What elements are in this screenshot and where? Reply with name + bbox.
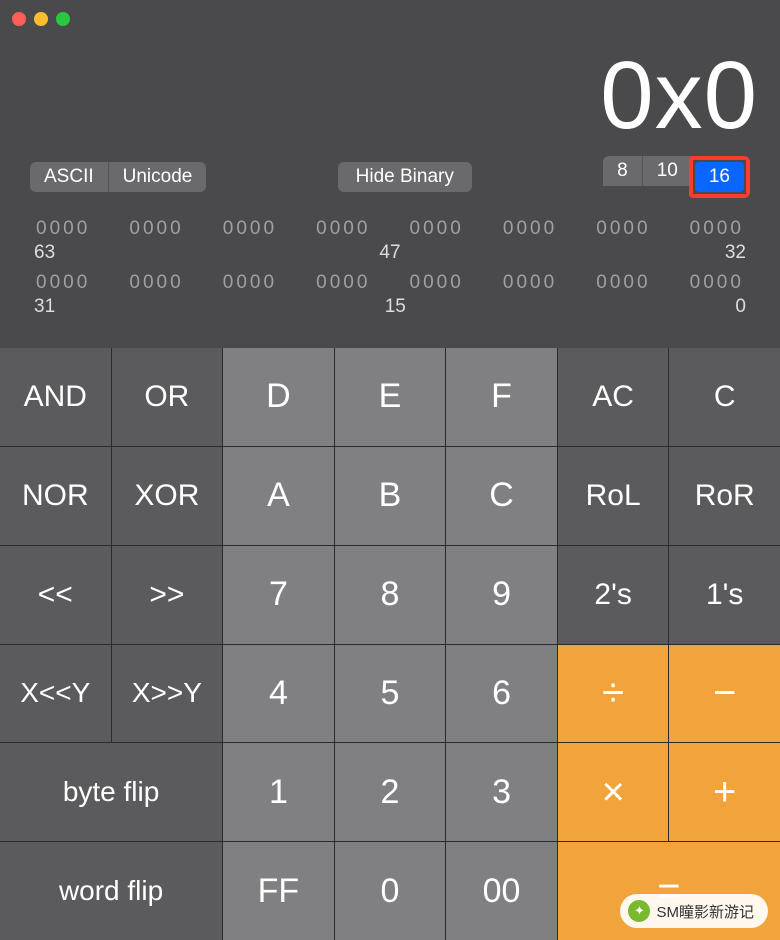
- bit-group[interactable]: 0000: [596, 272, 650, 294]
- digit-7-button[interactable]: 7: [223, 546, 334, 644]
- controls-row: ASCII Unicode Hide Binary 8 10 16: [0, 154, 780, 200]
- unicode-button[interactable]: Unicode: [109, 162, 207, 192]
- bit-group[interactable]: 0000: [503, 218, 557, 240]
- bit-index-label: 0: [735, 296, 746, 318]
- bit-group[interactable]: 0000: [36, 272, 90, 294]
- or-button[interactable]: OR: [112, 348, 223, 446]
- titlebar: [0, 0, 780, 38]
- x-shl-y-button[interactable]: X<<Y: [0, 645, 111, 743]
- wechat-icon: ✦: [628, 900, 650, 922]
- x-shr-y-button[interactable]: X>>Y: [112, 645, 223, 743]
- close-icon[interactable]: [12, 12, 26, 26]
- digit-b-button[interactable]: B: [335, 447, 446, 545]
- minus-button[interactable]: −: [669, 645, 780, 743]
- watermark-text: SM瞳影新游记: [656, 901, 754, 922]
- calculator-window: 0x0 ASCII Unicode Hide Binary 8 10 16 00…: [0, 0, 780, 940]
- digit-6-button[interactable]: 6: [446, 645, 557, 743]
- base-segment: 8 10 16: [603, 156, 750, 198]
- binary-labels-high: 63 47 32: [30, 242, 750, 272]
- bit-group[interactable]: 0000: [223, 272, 277, 294]
- bit-group[interactable]: 0000: [690, 218, 744, 240]
- clear-button[interactable]: C: [669, 348, 780, 446]
- keypad: AND OR D E F AC C NOR XOR A B C RoL RoR …: [0, 348, 780, 940]
- digit-3-button[interactable]: 3: [446, 743, 557, 841]
- multiply-button[interactable]: ×: [558, 743, 669, 841]
- encoding-segment: ASCII Unicode: [30, 162, 206, 192]
- binary-labels-low: 31 15 0: [30, 296, 750, 326]
- bit-group[interactable]: 0000: [596, 218, 650, 240]
- ff-button[interactable]: FF: [223, 842, 334, 940]
- plus-button[interactable]: +: [669, 743, 780, 841]
- display-area: 0x0: [0, 38, 780, 154]
- bit-group[interactable]: 0000: [316, 218, 370, 240]
- and-button[interactable]: AND: [0, 348, 111, 446]
- bit-group[interactable]: 0000: [129, 272, 183, 294]
- binary-row-high[interactable]: 0000 0000 0000 0000 0000 0000 0000 0000: [30, 218, 750, 240]
- bit-group[interactable]: 0000: [129, 218, 183, 240]
- bit-group[interactable]: 0000: [690, 272, 744, 294]
- bit-group[interactable]: 0000: [410, 272, 464, 294]
- digit-e-button[interactable]: E: [335, 348, 446, 446]
- base-10-button[interactable]: 10: [643, 156, 693, 186]
- watermark-badge: ✦ SM瞳影新游记: [620, 894, 768, 928]
- all-clear-button[interactable]: AC: [558, 348, 669, 446]
- digit-0-button[interactable]: 0: [335, 842, 446, 940]
- bit-group[interactable]: 0000: [503, 272, 557, 294]
- digit-5-button[interactable]: 5: [335, 645, 446, 743]
- shift-right-button[interactable]: >>: [112, 546, 223, 644]
- digit-f-button[interactable]: F: [446, 348, 557, 446]
- twos-complement-button[interactable]: 2's: [558, 546, 669, 644]
- binary-row-low[interactable]: 0000 0000 0000 0000 0000 0000 0000 0000: [30, 272, 750, 294]
- bit-group[interactable]: 0000: [36, 218, 90, 240]
- bit-group[interactable]: 0000: [316, 272, 370, 294]
- base-16-button[interactable]: 16: [695, 162, 744, 192]
- bit-index-label: 32: [725, 242, 746, 264]
- base-8-button[interactable]: 8: [603, 156, 643, 186]
- bit-index-label: 47: [379, 242, 400, 264]
- minimize-icon[interactable]: [34, 12, 48, 26]
- rol-button[interactable]: RoL: [558, 447, 669, 545]
- ascii-button[interactable]: ASCII: [30, 162, 109, 192]
- xor-button[interactable]: XOR: [112, 447, 223, 545]
- word-flip-button[interactable]: word flip: [0, 842, 222, 940]
- byte-flip-button[interactable]: byte flip: [0, 743, 222, 841]
- ones-complement-button[interactable]: 1's: [669, 546, 780, 644]
- digit-d-button[interactable]: D: [223, 348, 334, 446]
- shift-left-button[interactable]: <<: [0, 546, 111, 644]
- ror-button[interactable]: RoR: [669, 447, 780, 545]
- display-value: 0x0: [600, 41, 758, 151]
- binary-toggle-segment: Hide Binary: [338, 162, 472, 192]
- highlight-annotation: 16: [689, 156, 750, 198]
- nor-button[interactable]: NOR: [0, 447, 111, 545]
- binary-display: 0000 0000 0000 0000 0000 0000 0000 0000 …: [0, 200, 780, 348]
- bit-group[interactable]: 0000: [223, 218, 277, 240]
- bit-index-label: 31: [34, 296, 55, 318]
- bit-group[interactable]: 0000: [410, 218, 464, 240]
- digit-a-button[interactable]: A: [223, 447, 334, 545]
- digit-8-button[interactable]: 8: [335, 546, 446, 644]
- digit-4-button[interactable]: 4: [223, 645, 334, 743]
- digit-2-button[interactable]: 2: [335, 743, 446, 841]
- divide-button[interactable]: ÷: [558, 645, 669, 743]
- digit-9-button[interactable]: 9: [446, 546, 557, 644]
- maximize-icon[interactable]: [56, 12, 70, 26]
- digit-c-button[interactable]: C: [446, 447, 557, 545]
- digit-1-button[interactable]: 1: [223, 743, 334, 841]
- double-zero-button[interactable]: 00: [446, 842, 557, 940]
- bit-index-label: 15: [385, 296, 406, 318]
- bit-index-label: 63: [34, 242, 55, 264]
- hide-binary-button[interactable]: Hide Binary: [338, 162, 472, 192]
